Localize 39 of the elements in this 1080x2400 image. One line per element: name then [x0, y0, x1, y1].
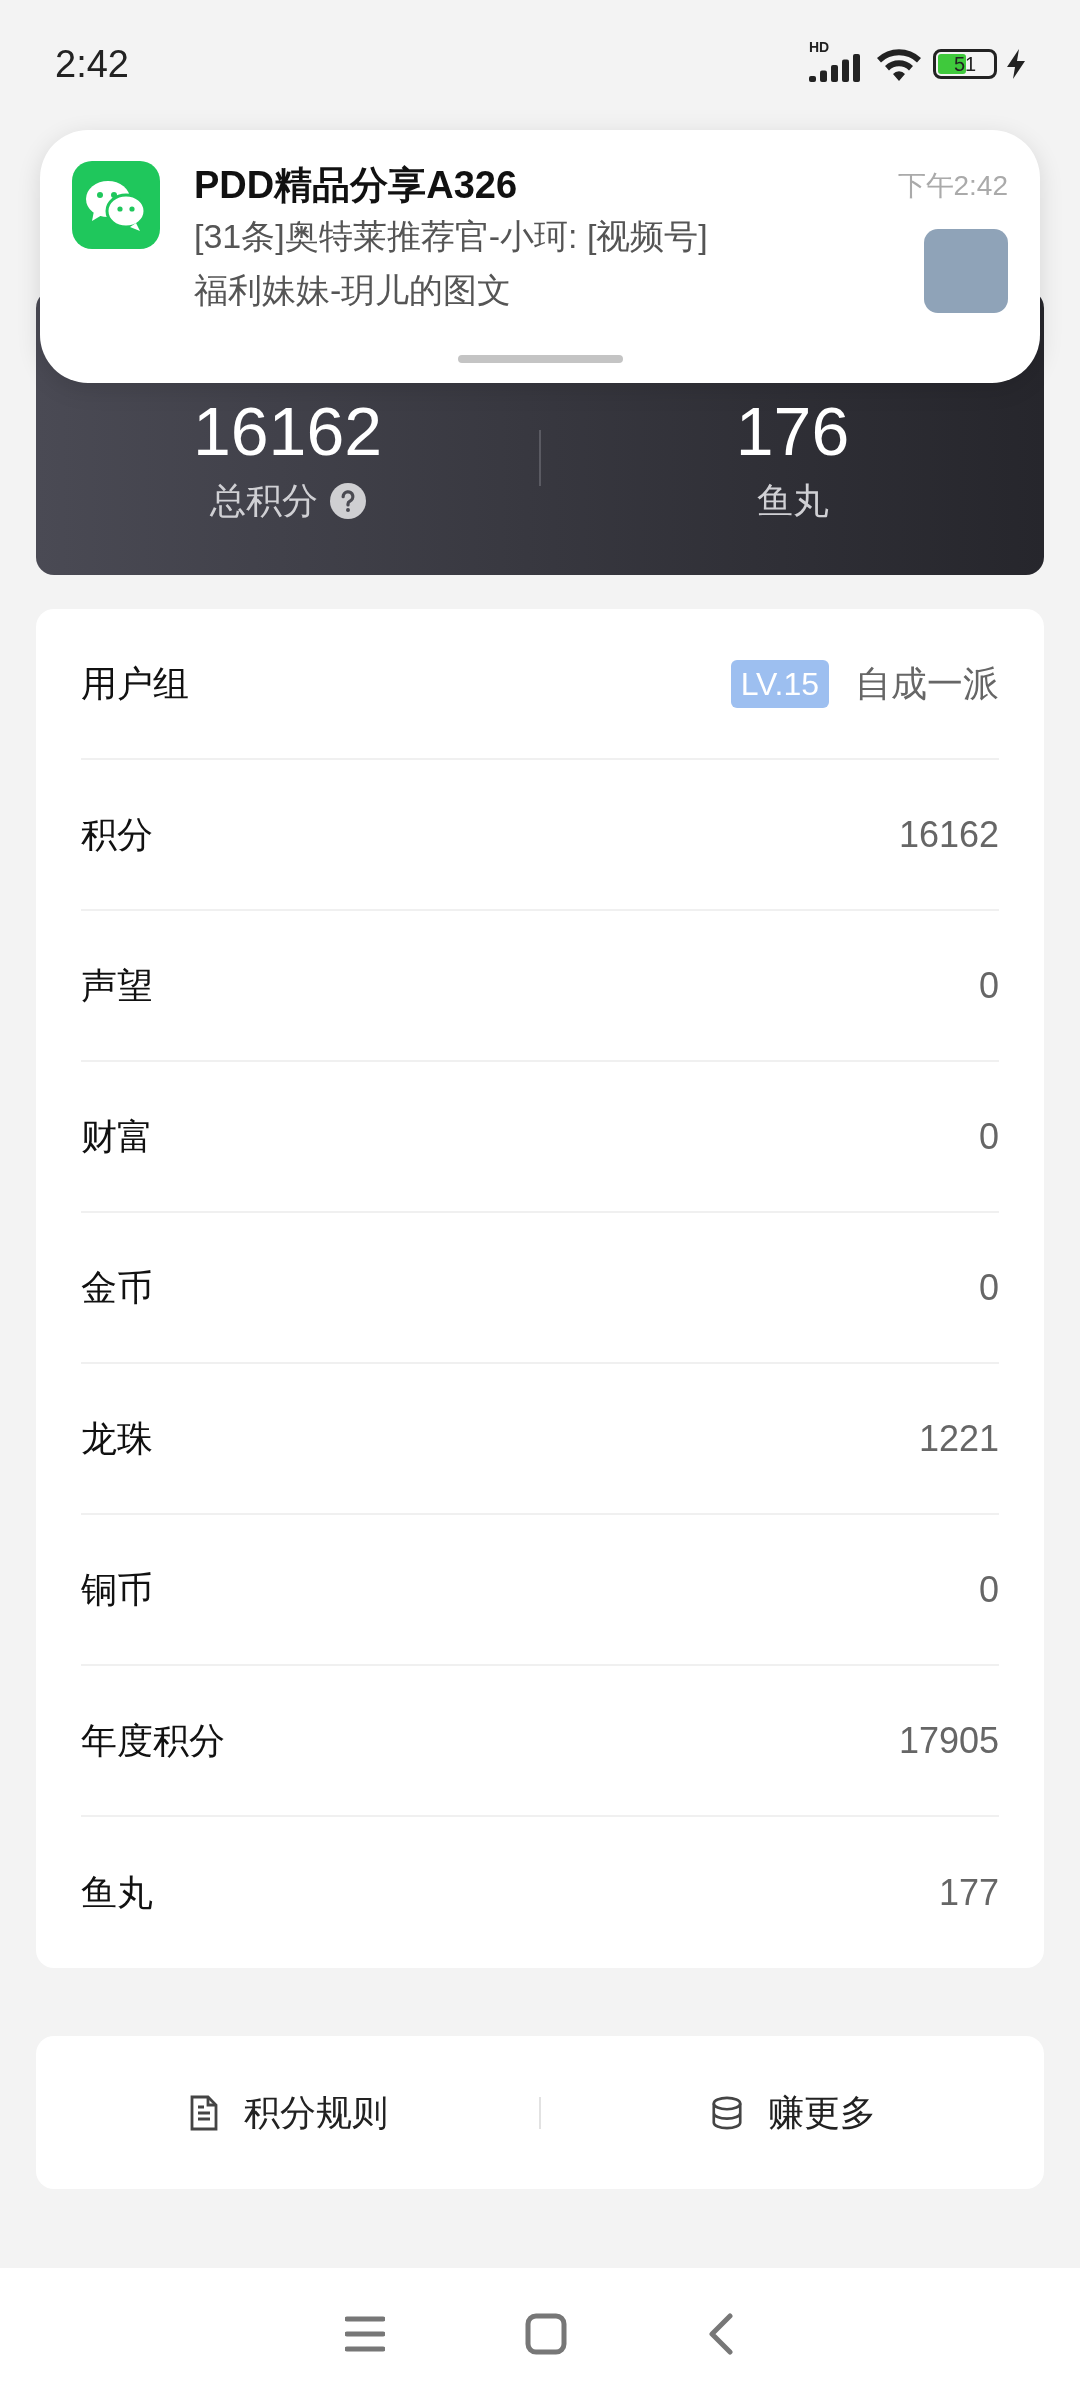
- level-badge: LV.15: [730, 659, 829, 708]
- help-icon[interactable]: [329, 482, 366, 519]
- row-label: 声望: [81, 963, 153, 1008]
- row-value: 0: [978, 1114, 999, 1159]
- row-label: 用户组: [81, 661, 189, 706]
- row-value: 16162: [898, 812, 999, 857]
- chat-app-icon: [72, 161, 160, 249]
- notification-banner[interactable]: PDD精品分享A326 [31条]奥特莱推荐官-小珂: [视频号] 福利妹妹-玥儿的图文 下午2:42: [40, 130, 1040, 383]
- row-label: 积分: [81, 812, 153, 857]
- home-square-icon[interactable]: [525, 2313, 567, 2355]
- row-label: 铜币: [81, 1567, 153, 1612]
- network-label: HD: [809, 40, 830, 54]
- row-value: 0: [978, 1567, 999, 1612]
- back-icon[interactable]: [707, 2313, 735, 2355]
- row-label: 鱼丸: [81, 1870, 153, 1915]
- drag-handle[interactable]: [458, 355, 623, 363]
- summary-label: 鱼丸: [756, 482, 829, 519]
- notification-message: [31条]奥特莱推荐官-小珂: [视频号]: [194, 216, 709, 257]
- summary-value: 176: [735, 396, 850, 465]
- notification-message: 福利妹妹-玥儿的图文: [194, 270, 513, 311]
- action-button[interactable]: 赚更多: [709, 2085, 876, 2140]
- row-value: 0: [978, 963, 999, 1008]
- row-label: 龙珠: [81, 1416, 153, 1461]
- row-value: 177: [938, 1870, 999, 1915]
- action-button[interactable]: 积分规则: [187, 2085, 388, 2140]
- row-label: 年度积分: [81, 1718, 225, 1763]
- row-value: 自成一派: [855, 661, 999, 706]
- row-value: 1221: [918, 1416, 999, 1461]
- row-value: 0: [978, 1265, 999, 1310]
- row-label: 金币: [81, 1265, 153, 1310]
- row-label: 财富: [81, 1114, 153, 1159]
- row-value: 17905: [898, 1718, 999, 1763]
- summary-label: 总积分: [209, 482, 318, 519]
- menu-icon[interactable]: [345, 2315, 385, 2353]
- summary-value: 16162: [192, 396, 383, 465]
- notification-time: 下午2:42: [897, 169, 1008, 203]
- status-time: 2:42: [55, 41, 129, 87]
- coin-stack-icon: [709, 2095, 744, 2130]
- notification-title: PDD精品分享A326: [194, 163, 519, 208]
